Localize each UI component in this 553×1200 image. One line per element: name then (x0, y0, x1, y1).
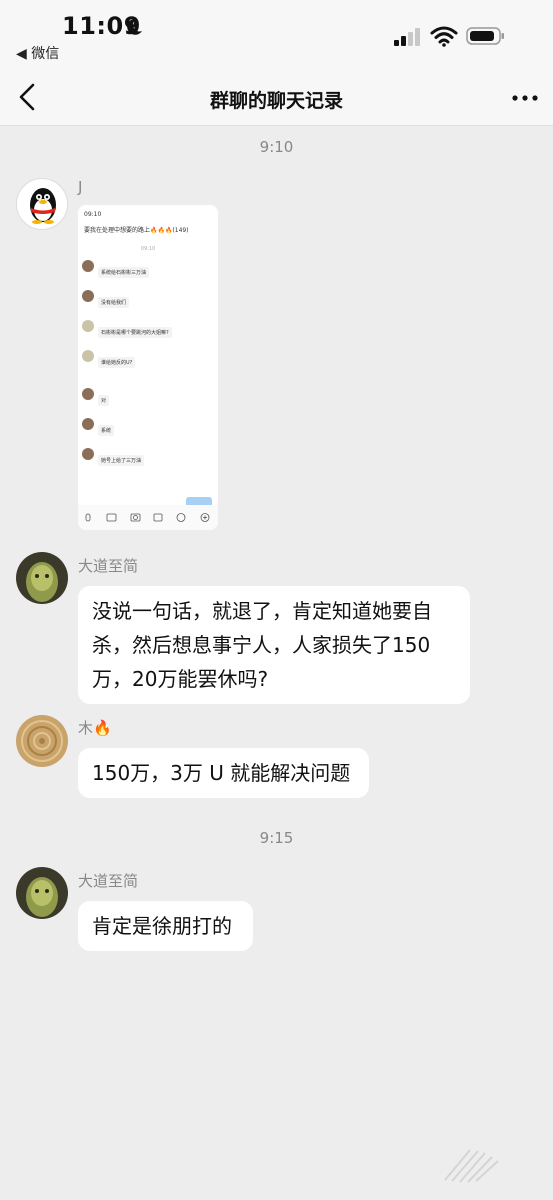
sender-name: 大道至简 (78, 872, 139, 890)
page-title: 群聊的聊天记录 (209, 90, 343, 112)
wifi-icon (430, 26, 458, 47)
avatar-photo (16, 867, 68, 919)
embedded-bubble: 没有给我们 (98, 297, 130, 308)
avatar-dadaozhijian[interactable] (16, 552, 68, 604)
avatar-mu[interactable] (16, 715, 68, 767)
embedded-toolbar (78, 505, 218, 530)
sender-name: J (78, 178, 83, 196)
embedded-avatar (82, 350, 94, 362)
chat-screenshot-image[interactable]: 09:10 要我在处理中想要的路上🔥🔥🔥(149) 09:10 系统给石彬彬三万… (78, 205, 218, 530)
message-bubble[interactable]: 150万，3万 U 就能解决问题 (78, 748, 369, 798)
embedded-bubble: 系统给石彬彬三万油 (98, 267, 150, 278)
embedded-bubble: 石彬彬是哪个要跳河的大姐嘛? (98, 327, 172, 338)
avatar-photo (16, 715, 68, 767)
embedded-status-time: 09:10 (84, 211, 102, 218)
watermark-graphic (444, 1149, 499, 1183)
back-to-app-link[interactable]: ◀ 微信 (16, 43, 59, 63)
message-bubble[interactable]: 肯定是徐朋打的 (78, 901, 253, 951)
embedded-timestamp: 09:10 (140, 246, 156, 252)
embedded-bubble: 系统 (98, 425, 115, 436)
embedded-avatar (82, 260, 94, 272)
embedded-avatar (82, 320, 94, 332)
embedded-avatar (82, 388, 94, 400)
avatar-qq-penguin[interactable] (16, 178, 68, 230)
sender-name: 木🔥 (78, 719, 112, 737)
battery-icon (466, 27, 504, 45)
embedded-avatar (82, 448, 94, 460)
sender-name: 大道至简 (78, 557, 139, 575)
message-bubble[interactable]: 没说一句话，就退了，肯定知道她要自杀，然后想息事宁人，人家损失了150万，20万… (78, 586, 470, 704)
embedded-bubble: 对 (98, 395, 110, 406)
embedded-avatar (82, 290, 94, 302)
avatar-dadaozhijian[interactable] (16, 867, 68, 919)
penguin-icon (30, 188, 56, 224)
more-options-icon[interactable] (510, 88, 540, 108)
embedded-chat-title: 要我在处理中想要的路上🔥🔥🔥(149) (84, 227, 189, 234)
avatar-photo (16, 552, 68, 604)
moon-icon (127, 18, 142, 35)
nav-bar: 群聊的聊天记录 (0, 68, 553, 126)
embedded-toolbar-icons (85, 513, 210, 522)
embedded-avatar (82, 418, 94, 430)
signal-icon (394, 28, 420, 46)
embedded-bubble: 谁给她反的U? (98, 357, 136, 368)
embedded-bubble: 她号上给了三万油 (98, 455, 145, 466)
timestamp: 9:15 (259, 829, 294, 847)
timestamp: 9:10 (259, 138, 294, 156)
status-bar: 11:09 ◀ 微信 (0, 0, 553, 68)
